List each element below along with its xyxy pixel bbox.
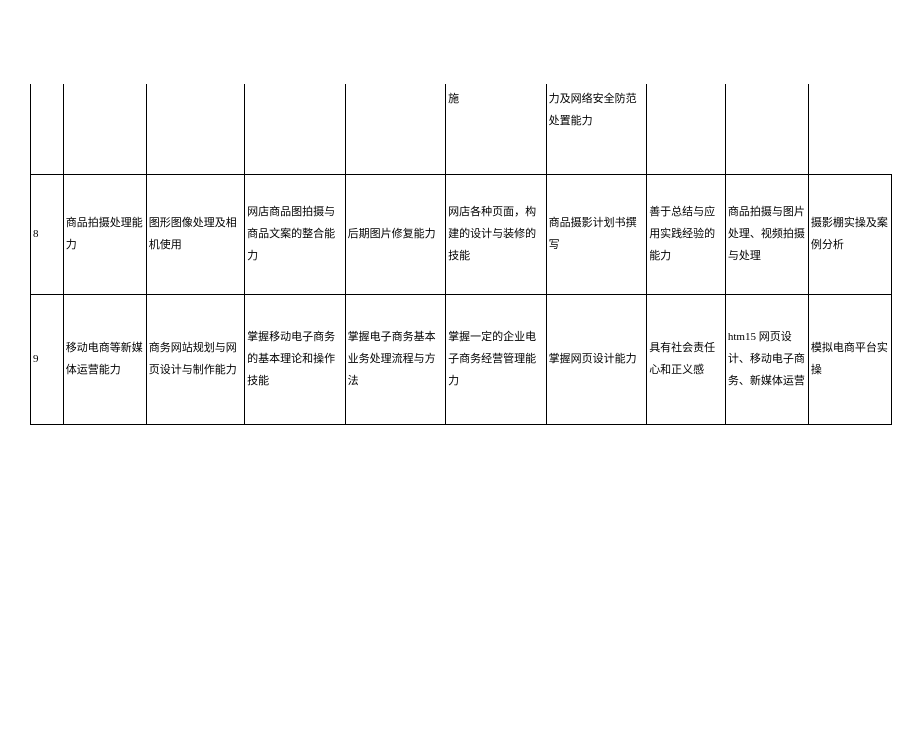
document-page: 施 力及网络安全防范处置能力 8 商品拍摄处理能力 图形图像处理及相机使用 网店…	[0, 84, 920, 735]
table-cell	[31, 84, 64, 174]
table-cell: 力及网络安全防范处置能力	[546, 84, 647, 174]
table-cell: 商品摄影计划书撰写	[546, 174, 647, 294]
table-cell: 图形图像处理及相机使用	[146, 174, 244, 294]
table-cell: 8	[31, 174, 64, 294]
table-cell: 网店各种页面，构建的设计与装修的技能	[446, 174, 547, 294]
table-cell: 商务网站规划与网页设计与制作能力	[146, 294, 244, 424]
table-cell: 掌握电子商务基本业务处理流程与方法	[345, 294, 446, 424]
table-row: 8 商品拍摄处理能力 图形图像处理及相机使用 网店商品图拍摄与商品文案的整合能力…	[31, 174, 892, 294]
table-cell: 商品拍摄处理能力	[63, 174, 146, 294]
table-cell: 掌握网页设计能力	[546, 294, 647, 424]
table-cell: 具有社会责任心和正义感	[647, 294, 726, 424]
table-cell: 商品拍摄与图片处理、视频拍摄与处理	[725, 174, 808, 294]
table-cell	[725, 84, 808, 174]
table-cell: 施	[446, 84, 547, 174]
table-cell	[647, 84, 726, 174]
table-row: 9 移动电商等新媒体运营能力 商务网站规划与网页设计与制作能力 掌握移动电子商务…	[31, 294, 892, 424]
table-row: 施 力及网络安全防范处置能力	[31, 84, 892, 174]
table-cell: 9	[31, 294, 64, 424]
table-cell	[345, 84, 446, 174]
table-cell: 摄影棚实操及案例分析	[808, 174, 891, 294]
table-cell	[146, 84, 244, 174]
table-cell: htm15 网页设计、移动电子商务、新媒体运营	[725, 294, 808, 424]
table-cell: 后期图片修复能力	[345, 174, 446, 294]
table-cell	[245, 84, 346, 174]
table-cell: 模拟电商平台实操	[808, 294, 891, 424]
table-cell: 善于总结与应用实践经验的能力	[647, 174, 726, 294]
table-cell: 掌握一定的企业电子商务经营管理能力	[446, 294, 547, 424]
data-table: 施 力及网络安全防范处置能力 8 商品拍摄处理能力 图形图像处理及相机使用 网店…	[30, 84, 892, 425]
table-cell: 掌握移动电子商务的基本理论和操作技能	[245, 294, 346, 424]
table-cell: 移动电商等新媒体运营能力	[63, 294, 146, 424]
table-cell	[63, 84, 146, 174]
table-cell: 网店商品图拍摄与商品文案的整合能力	[245, 174, 346, 294]
